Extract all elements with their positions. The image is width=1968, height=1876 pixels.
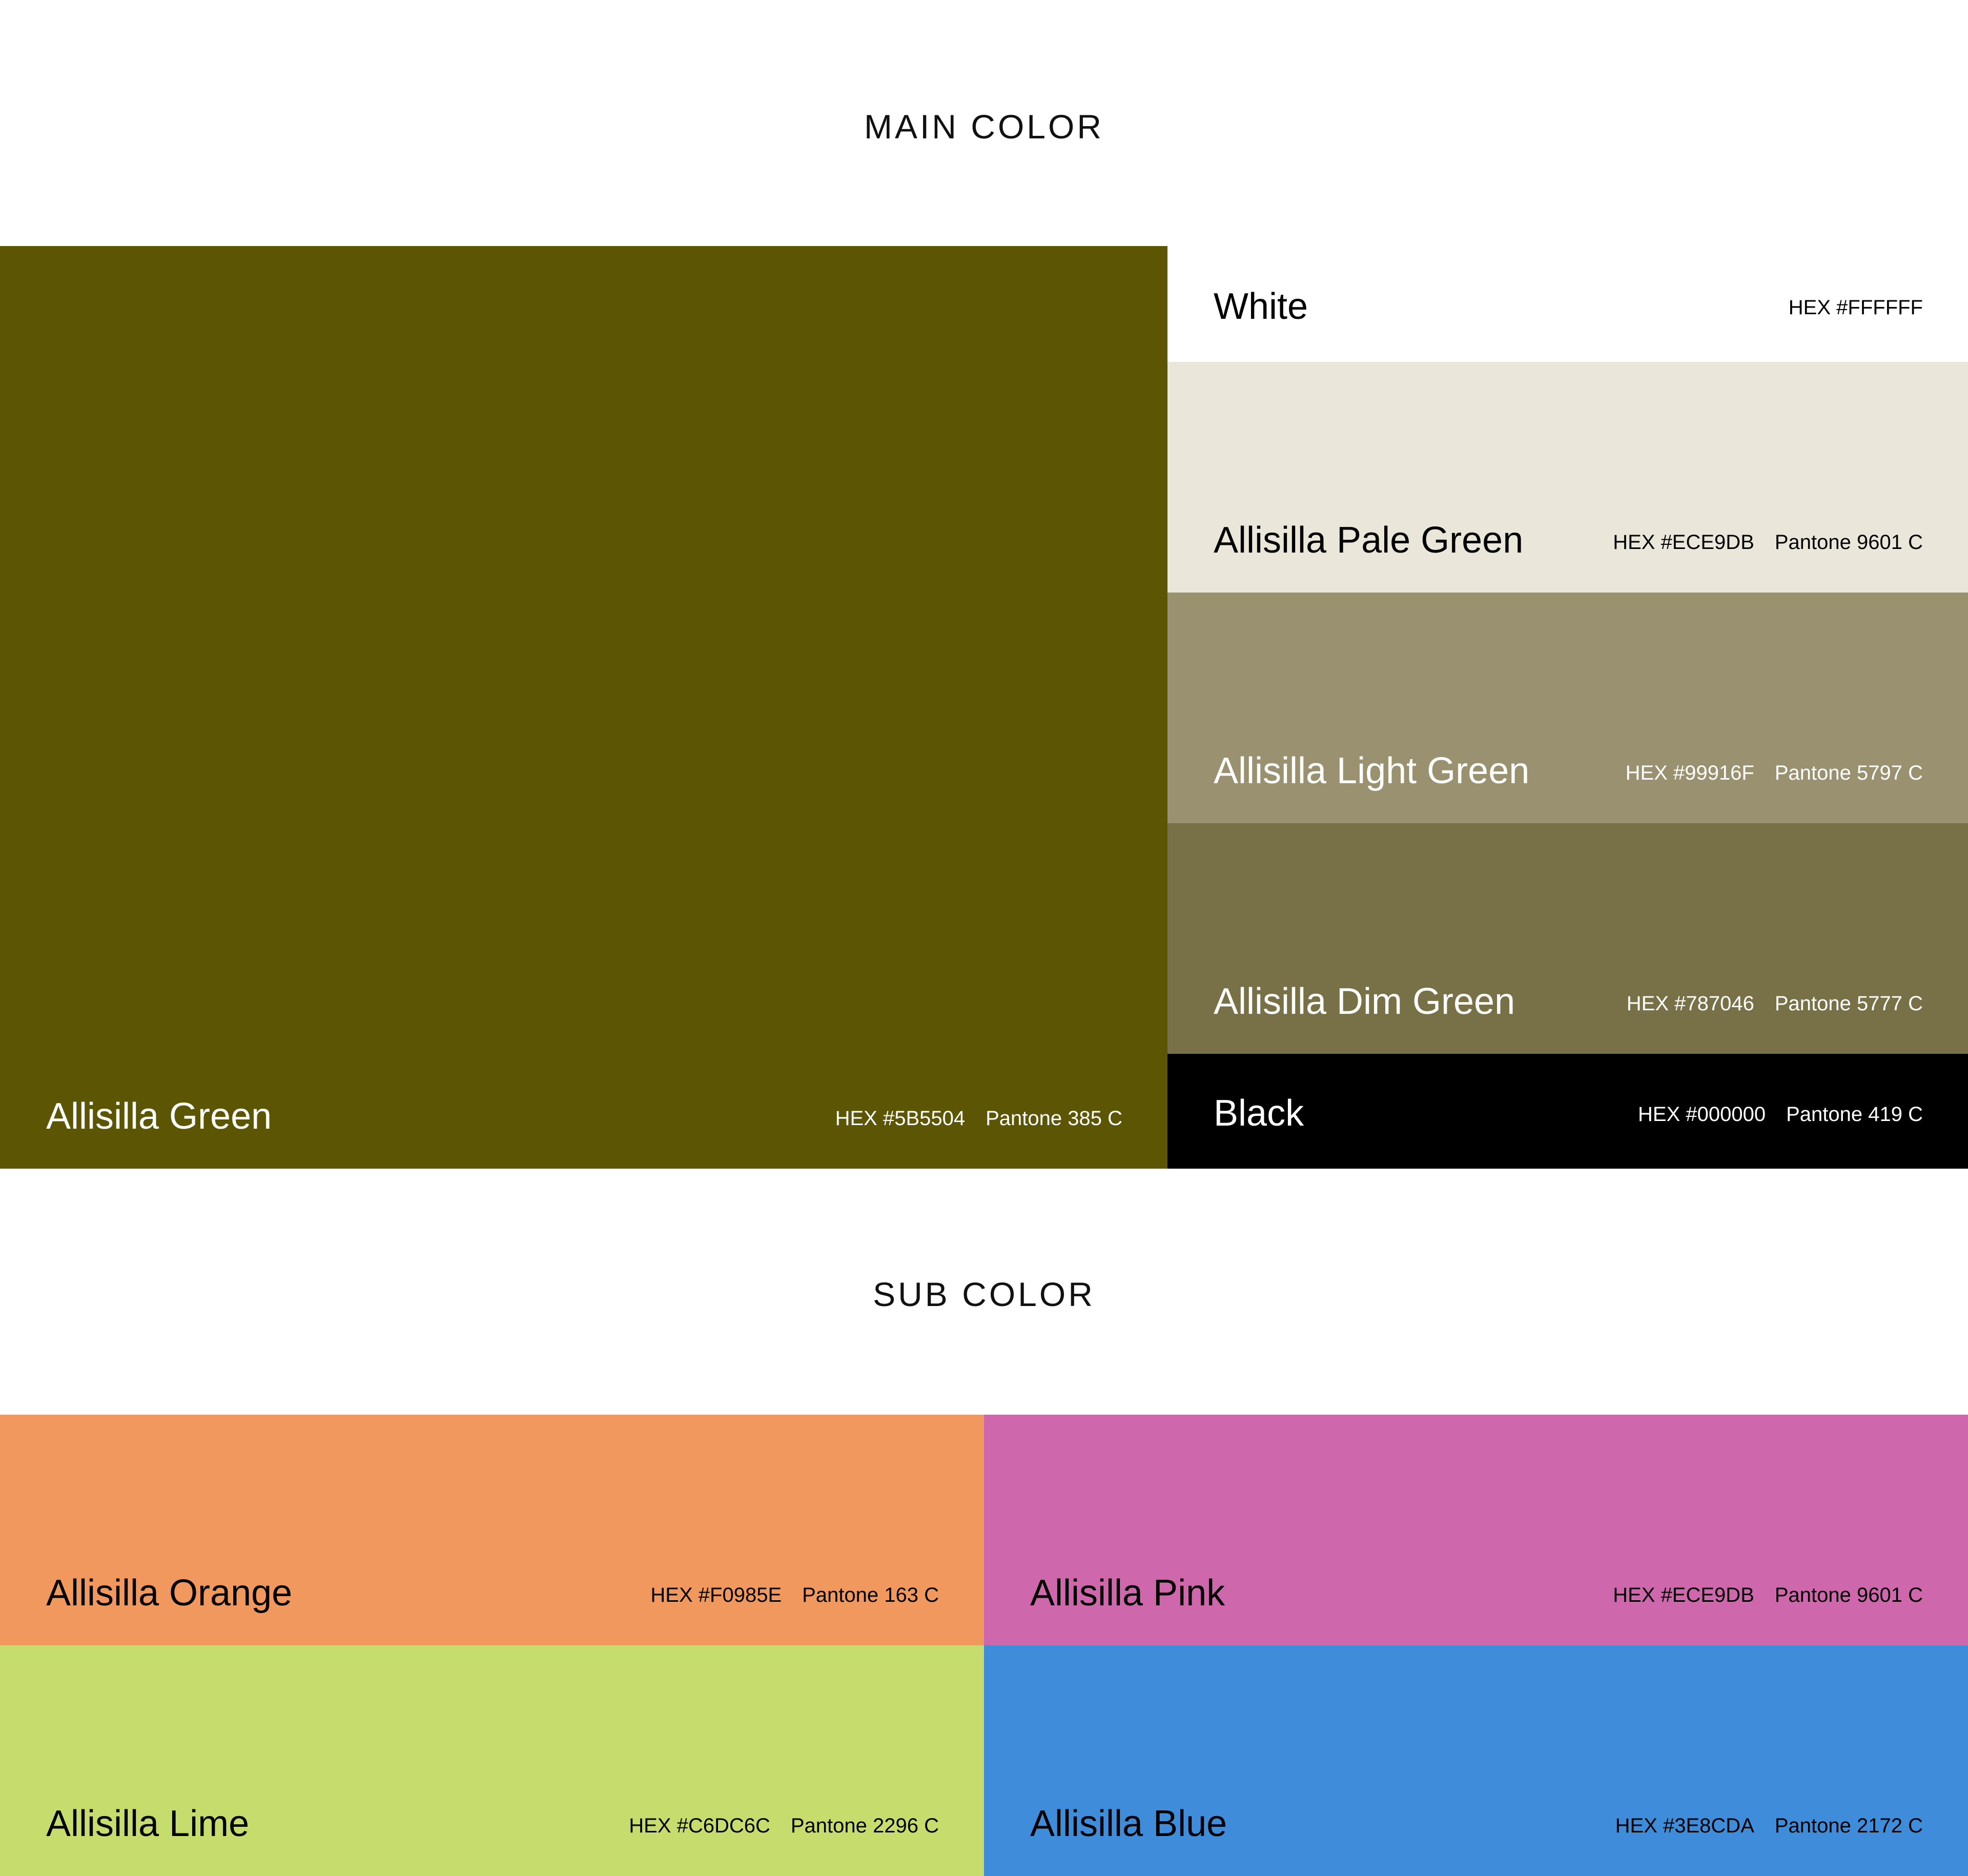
swatch-name: Allisilla Light Green [1214, 750, 1530, 791]
swatch-codes: HEX #FFFFFF [1789, 297, 1923, 318]
pantone-code: Pantone 9601 C [1774, 531, 1923, 554]
swatch-codes: HEX #000000 Pantone 419 C [1638, 1104, 1923, 1125]
swatch-name: Allisilla Pale Green [1214, 520, 1524, 561]
swatch-name: White [1214, 286, 1308, 327]
pantone-code: Pantone 419 C [1786, 1103, 1923, 1126]
swatch-allisilla-blue: Allisilla Blue HEX #3E8CDA Pantone 2172 C [984, 1645, 1968, 1876]
pantone-code: Pantone 2172 C [1774, 1814, 1923, 1837]
swatch-allisilla-lime: Allisilla Lime HEX #C6DC6C Pantone 2296 C [0, 1645, 984, 1876]
hex-code: HEX #ECE9DB [1613, 531, 1754, 554]
swatch-codes: HEX #C6DC6C Pantone 2296 C [629, 1816, 939, 1836]
swatch-codes: HEX #F0985E Pantone 163 C [650, 1585, 939, 1605]
hex-code: HEX #3E8CDA [1615, 1814, 1754, 1837]
hex-code: HEX #5B5504 [835, 1107, 966, 1130]
swatch-name: Allisilla Blue [1030, 1803, 1227, 1844]
swatch-name: Allisilla Green [46, 1096, 272, 1137]
swatch-allisilla-dim-green: Allisilla Dim Green HEX #787046 Pantone 5… [1167, 823, 1968, 1054]
swatch-codes: HEX #ECE9DB Pantone 9601 C [1613, 532, 1923, 553]
pantone-code: Pantone 163 C [802, 1584, 939, 1606]
swatch-name: Allisilla Pink [1030, 1573, 1225, 1614]
swatch-codes: HEX #5B5504 Pantone 385 C [835, 1108, 1122, 1129]
pantone-code: Pantone 385 C [986, 1107, 1122, 1130]
pantone-code: Pantone 5797 C [1774, 762, 1923, 784]
swatch-white: White HEX #FFFFFF [1167, 246, 1968, 362]
swatch-name: Allisilla Lime [46, 1803, 250, 1844]
swatch-codes: HEX #99916F Pantone 5797 C [1626, 763, 1923, 783]
swatch-allisilla-light-green: Allisilla Light Green HEX #99916F Pantone… [1167, 593, 1968, 823]
main-color-heading: MAIN COLOR [864, 108, 1104, 146]
hex-code: HEX #787046 [1626, 992, 1754, 1015]
hex-code: HEX #FFFFFF [1788, 296, 1923, 319]
pantone-code: Pantone 9601 C [1774, 1584, 1923, 1606]
hex-code: HEX #F0985E [650, 1584, 782, 1606]
swatch-name: Allisilla Dim Green [1214, 981, 1515, 1022]
hex-code: HEX #99916F [1625, 762, 1754, 784]
sub-color-heading: SUB COLOR [873, 1275, 1095, 1313]
pantone-code: Pantone 5777 C [1774, 992, 1923, 1015]
hex-code: HEX #ECE9DB [1613, 1584, 1754, 1606]
swatch-allisilla-orange: Allisilla Orange HEX #F0985E Pantone 163 … [0, 1415, 984, 1645]
swatch-codes: HEX #3E8CDA Pantone 2172 C [1615, 1816, 1923, 1836]
swatch-black: Black HEX #000000 Pantone 419 C [1167, 1054, 1968, 1169]
swatch-codes: HEX #787046 Pantone 5777 C [1627, 993, 1923, 1014]
hex-code: HEX #C6DC6C [629, 1814, 770, 1837]
pantone-code: Pantone 2296 C [790, 1814, 939, 1837]
swatch-allisilla-pale-green: Allisilla Pale Green HEX #ECE9DB Pantone … [1167, 362, 1968, 593]
swatch-allisilla-green: Allisilla Green HEX #5B5504 Pantone 385 C [0, 246, 1167, 1169]
swatch-allisilla-pink: Allisilla Pink HEX #ECE9DB Pantone 9601 C [984, 1415, 1968, 1645]
swatch-name: Allisilla Orange [46, 1573, 293, 1614]
hex-code: HEX #000000 [1638, 1103, 1766, 1126]
swatch-codes: HEX #ECE9DB Pantone 9601 C [1613, 1585, 1923, 1605]
swatch-name: Black [1214, 1093, 1304, 1134]
